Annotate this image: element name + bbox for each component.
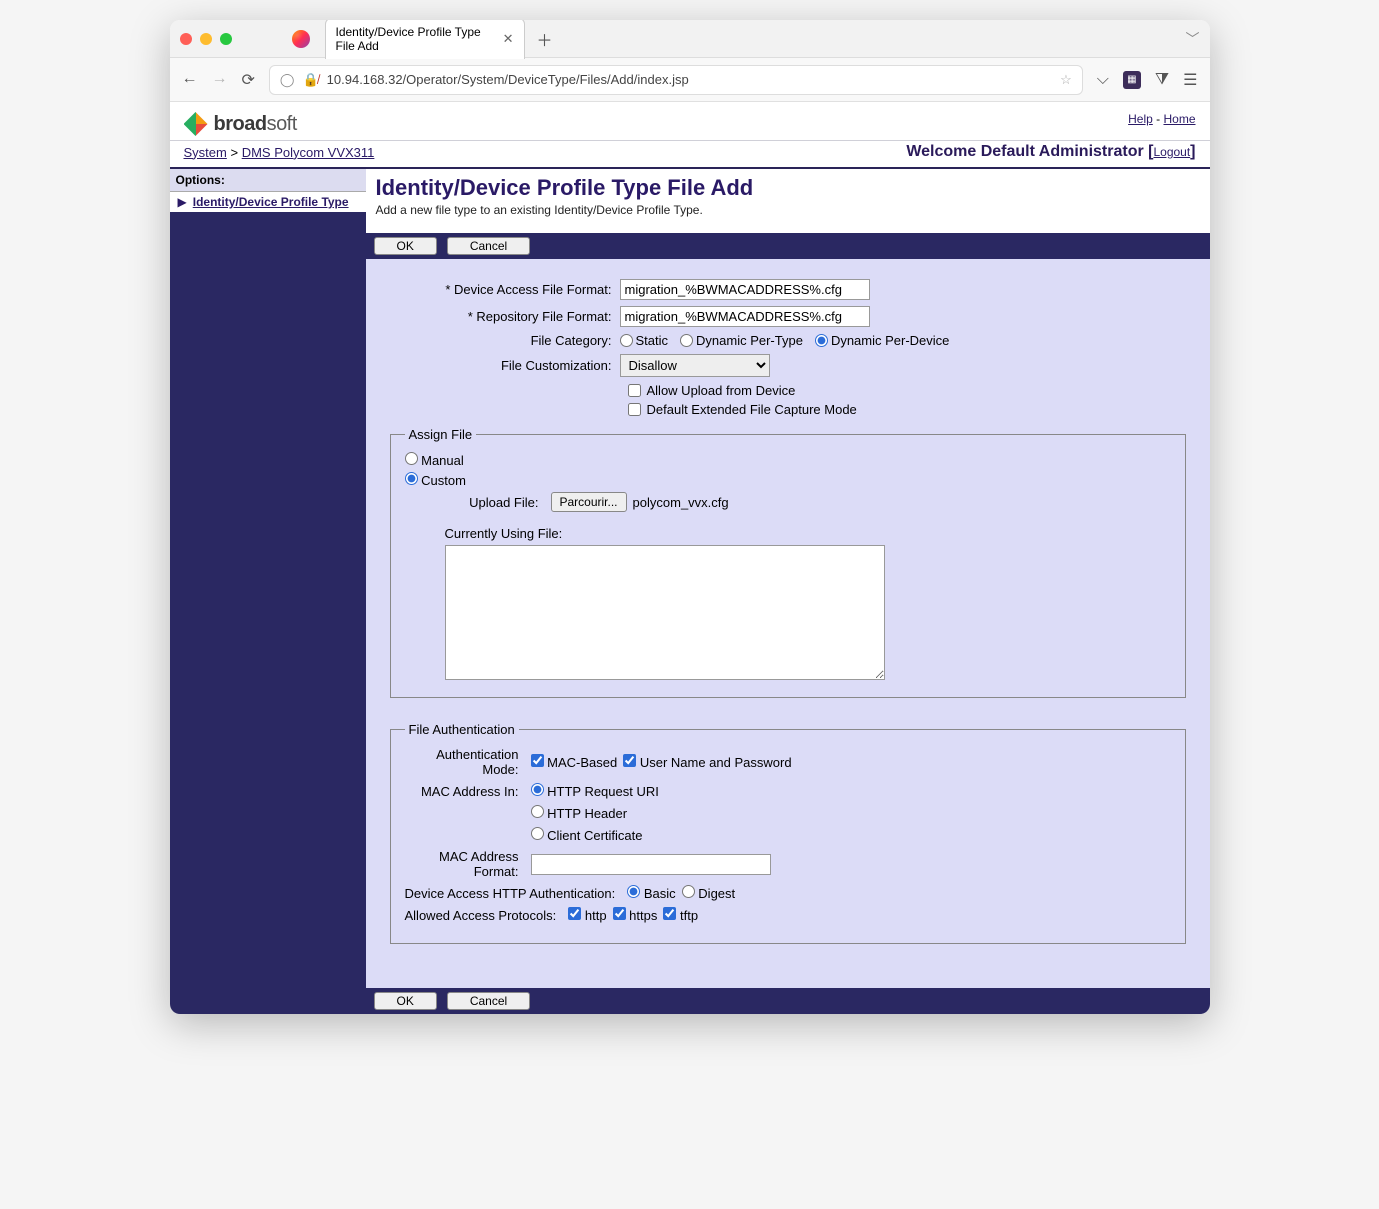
customization-select[interactable]: Disallow [620,354,770,377]
assign-manual[interactable]: Manual [405,452,464,468]
http-auth-label: Device Access HTTP Authentication: [405,886,622,901]
ok-button[interactable]: OK [374,237,437,255]
mac-format-input[interactable] [531,854,771,875]
sidebar-item-profile-type[interactable]: ▶ Identity/Device Profile Type [170,192,366,212]
minimize-window-icon[interactable] [200,33,212,45]
mac-format-label: MAC Address Format: [405,849,525,879]
sidebar-item-label[interactable]: Identity/Device Profile Type [193,195,349,209]
daff-input[interactable] [620,279,870,300]
breadcrumb: System > DMS Polycom VVX311 [184,145,375,160]
insecure-lock-icon[interactable]: 🔒̸ [302,72,318,88]
forward-icon: → [212,70,228,90]
proto-tftp[interactable]: tftp [663,907,698,923]
currently-using-textarea[interactable] [445,545,885,680]
category-per-device[interactable]: Dynamic Per-Device [815,333,949,348]
extensions-icon[interactable]: ⧩ [1155,71,1169,89]
address-bar[interactable]: ◯ 🔒̸ 10.94.168.32/Operator/System/Device… [269,65,1083,95]
sidebar-heading: Options: [170,169,366,192]
reload-icon[interactable]: ⟳ [242,70,255,90]
home-link[interactable]: Home [1163,112,1195,126]
cancel-button-bottom[interactable]: Cancel [447,992,530,1010]
category-per-type[interactable]: Dynamic Per-Type [680,333,803,348]
window-controls [180,33,232,45]
back-icon[interactable]: ← [182,70,198,90]
cancel-button[interactable]: Cancel [447,237,530,255]
breadcrumb-device[interactable]: DMS Polycom VVX311 [242,145,375,160]
page-title: Identity/Device Profile Type File Add [376,175,1200,201]
titlebar: Identity/Device Profile Type File Add ✕ … [170,20,1210,58]
default-extended-label: Default Extended File Capture Mode [647,402,857,417]
brand-logo: broadsoft [184,112,297,136]
rff-input[interactable] [620,306,870,327]
button-bar-bottom: OK Cancel [366,988,1210,1014]
category-static[interactable]: Static [620,333,669,348]
page-header: broadsoft Help - Home [170,102,1210,140]
assign-file-fieldset: Assign File Manual Custom Upload File: P… [390,427,1186,698]
http-auth-digest[interactable]: Digest [682,885,735,901]
assign-legend: Assign File [405,427,477,442]
maximize-window-icon[interactable] [220,33,232,45]
proto-https[interactable]: https [613,907,658,923]
default-extended-checkbox[interactable] [628,403,641,416]
assign-custom[interactable]: Custom [405,472,466,488]
close-window-icon[interactable] [180,33,192,45]
welcome-text: Welcome Default Administrator [Logout] [906,143,1195,161]
logout-link[interactable]: Logout [1153,145,1190,159]
auth-mode-label: Authentication Mode: [405,747,525,777]
breadcrumb-bar: System > DMS Polycom VVX311 Welcome Defa… [170,140,1210,169]
url-toolbar: ← → ⟳ ◯ 🔒̸ 10.94.168.32/Operator/System/… [170,58,1210,102]
firefox-icon [292,30,310,48]
auth-mac-based[interactable]: MAC-Based [531,754,618,770]
browse-button[interactable]: Parcourir... [551,492,627,512]
category-label: File Category: [390,333,620,348]
browser-window: Identity/Device Profile Type File Add ✕ … [170,20,1210,1014]
http-auth-basic[interactable]: Basic [627,885,675,901]
menu-icon[interactable]: ☰ [1183,70,1197,90]
page-subtitle: Add a new file type to an existing Ident… [376,203,1200,217]
form-area: * Device Access File Format: * Repositor… [366,259,1210,968]
mac-in-header[interactable]: HTTP Header [531,805,628,821]
sidebar: Options: ▶ Identity/Device Profile Type [170,169,366,1014]
mac-in-cert[interactable]: Client Certificate [531,827,643,843]
tabs-overflow-icon[interactable]: ﹀ [1186,29,1200,49]
page-content: broadsoft Help - Home System > DMS Polyc… [170,102,1210,1014]
new-tab-button[interactable]: ＋ [537,27,553,51]
proto-http[interactable]: http [568,907,606,923]
brand-text: broadsoft [214,113,297,136]
url-text: 10.94.168.32/Operator/System/DeviceType/… [327,72,689,87]
upload-filename: polycom_vvx.cfg [633,495,729,510]
bookmark-star-icon[interactable]: ☆ [1060,72,1072,88]
help-link[interactable]: Help [1128,112,1153,126]
mac-in-uri[interactable]: HTTP Request URI [531,783,659,799]
proto-label: Allowed Access Protocols: [405,908,563,923]
ok-button-bottom[interactable]: OK [374,992,437,1010]
browser-tab[interactable]: Identity/Device Profile Type File Add ✕ [325,20,525,59]
allow-upload-checkbox[interactable] [628,384,641,397]
shield-icon[interactable]: ◯ [280,72,295,88]
qr-icon[interactable]: ▦ [1123,71,1141,89]
upload-file-label: Upload File: [465,495,545,510]
rff-label: * Repository File Format: [390,309,620,324]
mac-in-label: MAC Address In: [405,784,525,799]
file-auth-fieldset: File Authentication Authentication Mode:… [390,722,1186,944]
tab-title: Identity/Device Profile Type File Add [336,25,495,53]
daff-label: * Device Access File Format: [390,282,620,297]
customization-label: File Customization: [390,358,620,373]
header-links: Help - Home [1128,112,1195,126]
brand-mark-icon [184,112,208,136]
category-radios: Static Dynamic Per-Type Dynamic Per-Devi… [620,333,958,348]
button-bar-top: OK Cancel [366,233,1210,259]
allow-upload-label: Allow Upload from Device [647,383,796,398]
sidebar-marker-icon: ▶ [178,195,187,209]
auth-legend: File Authentication [405,722,519,737]
currently-using-label: Currently Using File: [445,526,1171,541]
breadcrumb-system[interactable]: System [184,145,227,160]
auth-user-pass[interactable]: User Name and Password [623,754,791,770]
pocket-icon[interactable]: ⌵ [1097,71,1109,89]
main-panel: Identity/Device Profile Type File Add Ad… [366,169,1210,1014]
close-tab-icon[interactable]: ✕ [503,31,514,47]
